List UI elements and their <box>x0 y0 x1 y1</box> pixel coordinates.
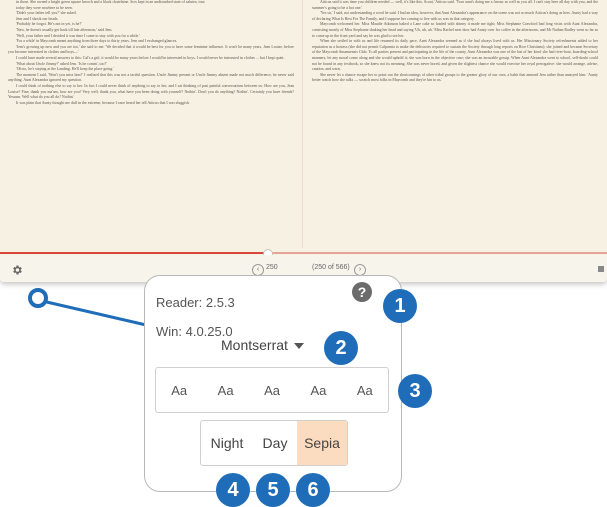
chevron-down-icon <box>293 343 304 350</box>
reader-version-label: Reader: 2.5.3 <box>156 295 235 310</box>
font-size-selector: Aa Aa Aa Aa Aa <box>155 367 389 413</box>
callout-badge-3: 3 <box>398 374 432 408</box>
font-size-option-1[interactable]: Aa <box>156 368 202 412</box>
theme-selector: Night Day Sepia <box>200 420 348 466</box>
callout-badge-1: 1 <box>383 289 417 323</box>
font-family-dropdown[interactable]: Montserrat <box>221 337 304 353</box>
callout-ring <box>28 288 48 308</box>
font-size-option-3[interactable]: Aa <box>249 368 295 412</box>
callout-badge-5: 5 <box>256 473 290 507</box>
font-size-option-5[interactable]: Aa <box>342 368 388 412</box>
callout-badge-2: 2 <box>324 331 358 365</box>
font-size-option-4[interactable]: Aa <box>295 368 341 412</box>
theme-night-button[interactable]: Night <box>201 421 253 465</box>
theme-sepia-button[interactable]: Sepia <box>297 421 347 465</box>
font-size-option-2[interactable]: Aa <box>202 368 248 412</box>
font-family-value: Montserrat <box>221 337 288 353</box>
callout-badge-4: 4 <box>216 473 250 507</box>
theme-day-button[interactable]: Day <box>253 421 297 465</box>
help-icon[interactable]: ? <box>352 282 372 302</box>
callout-badge-6: 6 <box>296 473 330 507</box>
